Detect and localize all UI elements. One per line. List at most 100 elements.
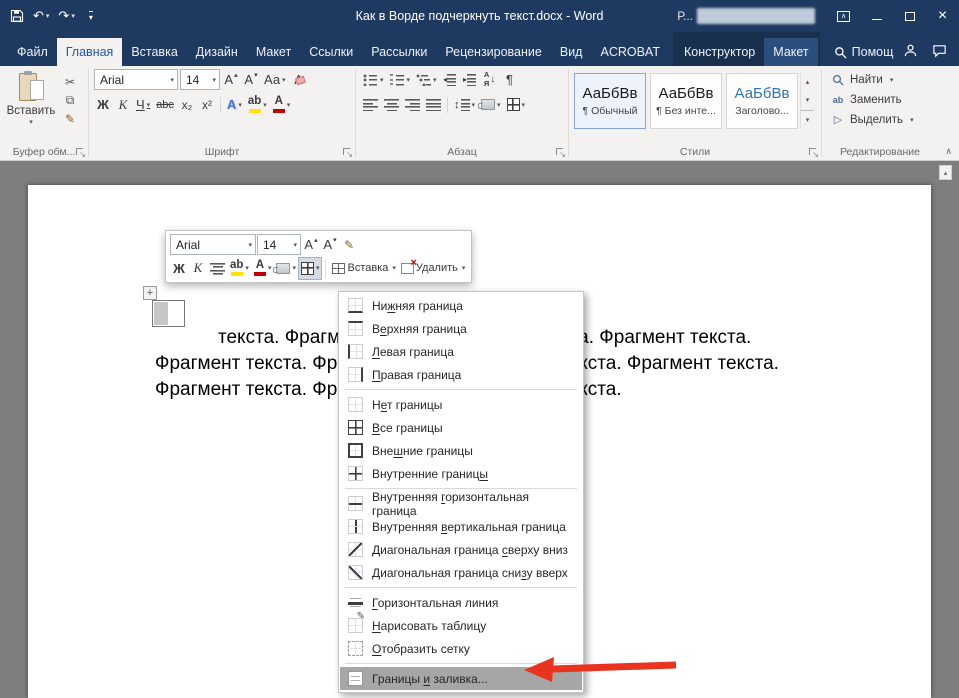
align-right-button[interactable] (403, 94, 422, 115)
replace-button[interactable]: ab Заменить (827, 91, 935, 108)
strikethrough-button[interactable]: abc (154, 94, 176, 115)
delete-button[interactable]: Удалить▾ (399, 257, 468, 279)
text-effects-button[interactable]: А▾ (225, 94, 244, 115)
font-color-button[interactable]: А▾ (252, 258, 274, 279)
tab-mailings[interactable]: Рассылки (362, 38, 436, 66)
menu-item-borders-and-shading[interactable]: Границы и заливка... (340, 667, 582, 690)
tab-review[interactable]: Рецензирование (436, 38, 551, 66)
superscript-button[interactable]: x² (198, 94, 216, 115)
font-size-combo[interactable]: 14▾ (180, 69, 220, 90)
scroll-up-button[interactable]: ▴ (939, 165, 952, 180)
tab-insert[interactable]: Вставка (122, 38, 186, 66)
shrink-font-button[interactable]: А▾ (321, 234, 339, 255)
italic-button[interactable]: К (114, 94, 132, 115)
maximize-button[interactable] (893, 0, 926, 32)
tab-table-design[interactable]: Конструктор (675, 38, 764, 66)
subscript-button[interactable]: x₂ (178, 94, 196, 115)
styles-more-button[interactable]: ▾ (801, 110, 814, 129)
styles-dialog-launcher[interactable] (808, 147, 819, 158)
tab-file[interactable]: Файл (8, 38, 57, 66)
paragraph-dialog-launcher[interactable] (555, 147, 566, 158)
menu-item-left-border[interactable]: Левая граница (340, 340, 582, 363)
line-spacing-button[interactable]: ↕▾ (452, 94, 477, 115)
align-button[interactable] (208, 258, 227, 279)
italic-button[interactable]: К (189, 258, 207, 279)
tell-me-box[interactable]: Помощ (824, 38, 904, 66)
clipboard-dialog-launcher[interactable] (75, 147, 86, 158)
menu-item-all-borders[interactable]: Все границы (340, 416, 582, 439)
align-center-button[interactable] (382, 94, 401, 115)
style-normal[interactable]: АаБбВв ¶ Обычный (574, 73, 646, 129)
change-case-button[interactable]: Аа▾ (262, 69, 288, 90)
bullets-button[interactable]: ▾ (361, 69, 386, 90)
menu-item-inside-vertical-border[interactable]: Внутренняя вертикальная граница (340, 515, 582, 538)
close-button[interactable]: × (926, 0, 959, 32)
tab-design[interactable]: Дизайн (187, 38, 247, 66)
grow-font-button[interactable]: А▴ (222, 69, 240, 90)
insert-table-button[interactable]: Вставка▾ (330, 257, 397, 279)
borders-button[interactable]: ▾ (299, 258, 322, 279)
menu-item-top-border[interactable]: Верхняя граница (340, 317, 582, 340)
menu-item-draw-table[interactable]: Нарисовать таблицу (340, 614, 582, 637)
paste-button[interactable]: Вставить ▾ (5, 69, 57, 144)
table-move-handle[interactable]: + (143, 286, 157, 300)
mini-font-size-combo[interactable]: 14▾ (257, 234, 301, 255)
table-cell[interactable] (152, 300, 185, 327)
comments-button[interactable] (932, 43, 947, 61)
borders-button[interactable]: ▾ (505, 94, 528, 115)
show-paragraph-marks-button[interactable]: ¶ (501, 69, 519, 90)
font-color-button[interactable]: А▾ (271, 94, 293, 115)
menu-item-right-border[interactable]: Правая граница (340, 363, 582, 386)
menu-item-horizontal-line[interactable]: Горизонтальная линия (340, 591, 582, 614)
tab-layout[interactable]: Макет (247, 38, 300, 66)
tab-table-layout[interactable]: Макет (764, 38, 817, 66)
decrease-indent-button[interactable]: ◂ (441, 69, 459, 90)
highlight-color-button[interactable]: ab▾ (246, 94, 269, 115)
menu-item-inside-borders[interactable]: Внутренние границы (340, 462, 582, 485)
format-painter-icon[interactable]: ✎ (65, 112, 75, 126)
highlight-color-button[interactable]: ab▾ (228, 258, 251, 279)
select-button[interactable]: ▷ Выделить▾ (827, 111, 935, 128)
grow-font-button[interactable]: А▴ (302, 234, 320, 255)
styles-scroll-up-button[interactable]: ▴ (801, 73, 814, 91)
mini-font-family-combo[interactable]: Arial▾ (170, 234, 256, 255)
menu-item-outside-borders[interactable]: Внешние границы (340, 439, 582, 462)
font-dialog-launcher[interactable] (342, 147, 353, 158)
menu-item-diagonal-down-border[interactable]: Диагональная граница сверху вниз (340, 538, 582, 561)
customize-quick-access-button[interactable]: ▾ (80, 4, 102, 28)
shrink-font-button[interactable]: А▾ (242, 69, 260, 90)
menu-item-bottom-border[interactable]: Нижняя граница (340, 294, 582, 317)
tab-home[interactable]: Главная (57, 38, 123, 66)
font-family-combo[interactable]: Arial▾ (94, 69, 178, 90)
save-button[interactable] (6, 4, 28, 28)
shading-button[interactable]: ▾ (274, 258, 298, 279)
multilevel-list-button[interactable]: ▾ (414, 69, 439, 90)
cut-icon[interactable]: ✂ (65, 75, 75, 89)
style-heading[interactable]: АаБбВв Заголово... (726, 73, 798, 129)
underline-button[interactable]: Ч▾ (134, 94, 152, 115)
sort-button[interactable]: АЯ↓ (481, 69, 499, 90)
justify-button[interactable] (424, 94, 443, 115)
minimize-button[interactable] (860, 0, 893, 32)
find-button[interactable]: Найти▾ (827, 71, 935, 88)
undo-button[interactable]: ↶▾ (29, 4, 53, 28)
copy-icon[interactable]: ⧉ (66, 93, 75, 108)
bold-button[interactable]: Ж (94, 94, 112, 115)
menu-item-no-border[interactable]: Нет границы (340, 393, 582, 416)
format-painter-button[interactable]: ✎ (340, 234, 358, 255)
bold-button[interactable]: Ж (170, 258, 188, 279)
clear-formatting-button[interactable]: А (290, 69, 308, 90)
menu-item-view-gridlines[interactable]: Отобразить сетку (340, 637, 582, 660)
styles-scroll-down-button[interactable]: ▾ (801, 91, 814, 109)
redo-button[interactable]: ↷▾ (54, 4, 78, 28)
increase-indent-button[interactable]: ▸ (461, 69, 479, 90)
tab-references[interactable]: Ссылки (300, 38, 362, 66)
collapse-ribbon-button[interactable]: ∧ (945, 146, 952, 157)
account-button[interactable] (903, 43, 918, 61)
shading-button[interactable]: ▾ (479, 94, 503, 115)
style-no-spacing[interactable]: АаБбВв ¶ Без инте... (650, 73, 722, 129)
numbering-button[interactable]: ▾ (388, 69, 413, 90)
align-left-button[interactable] (361, 94, 380, 115)
menu-item-inside-horizontal-border[interactable]: Внутренняя горизонтальная граница (340, 492, 582, 515)
tab-acrobat[interactable]: ACROBAT (591, 38, 669, 66)
